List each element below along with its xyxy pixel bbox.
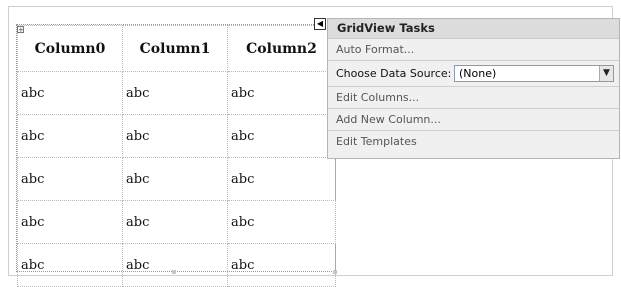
gridview-tasks-panel: GridView Tasks Auto Format... Choose Dat… bbox=[327, 18, 620, 159]
table-row: abc abc abc bbox=[17, 114, 336, 158]
header-row: Column0 Column1 Column2 bbox=[17, 25, 336, 72]
table-cell: abc bbox=[17, 243, 123, 287]
data-source-dropdown[interactable]: (None) ▼ bbox=[454, 65, 614, 82]
column-header: Column2 bbox=[227, 25, 336, 72]
table-cell: abc bbox=[227, 114, 336, 158]
table-cell: abc bbox=[17, 114, 123, 158]
data-source-value: (None) bbox=[459, 67, 497, 80]
table-row: abc abc abc bbox=[17, 200, 336, 244]
table-cell: abc bbox=[122, 71, 228, 115]
column-header: Column1 bbox=[122, 25, 228, 72]
edit-templates-link[interactable]: Edit Templates bbox=[328, 131, 619, 153]
table-cell: abc bbox=[227, 157, 336, 201]
grid-selector-icon[interactable]: + bbox=[17, 26, 24, 34]
table-cell: abc bbox=[122, 200, 228, 244]
table-cell: abc bbox=[17, 200, 123, 244]
table-row: abc abc abc bbox=[17, 243, 336, 287]
triangle-left-icon[interactable]: ◀ bbox=[314, 18, 326, 30]
table-cell: abc bbox=[17, 157, 123, 201]
table-row: abc abc abc bbox=[17, 157, 336, 201]
chevron-down-icon[interactable]: ▼ bbox=[599, 66, 613, 81]
table-row: abc abc abc bbox=[17, 71, 336, 115]
table-cell: abc bbox=[122, 243, 228, 287]
table-cell: abc bbox=[227, 200, 336, 244]
table-cell: abc bbox=[227, 243, 336, 287]
choose-data-source-row: Choose Data Source: (None) ▼ bbox=[328, 61, 619, 87]
add-new-column-link[interactable]: Add New Column... bbox=[328, 109, 619, 131]
choose-data-source-label: Choose Data Source: bbox=[336, 67, 452, 80]
auto-format-link[interactable]: Auto Format... bbox=[328, 39, 619, 61]
table-cell: abc bbox=[17, 71, 123, 115]
panel-title: GridView Tasks bbox=[328, 19, 619, 39]
table-cell: abc bbox=[122, 157, 228, 201]
edit-columns-link[interactable]: Edit Columns... bbox=[328, 87, 619, 109]
gridview-table[interactable]: Column0 Column1 Column2 abc abc abc abc … bbox=[17, 25, 336, 287]
column-header: Column0 bbox=[17, 25, 123, 72]
table-cell: abc bbox=[227, 71, 336, 115]
table-cell: abc bbox=[122, 114, 228, 158]
